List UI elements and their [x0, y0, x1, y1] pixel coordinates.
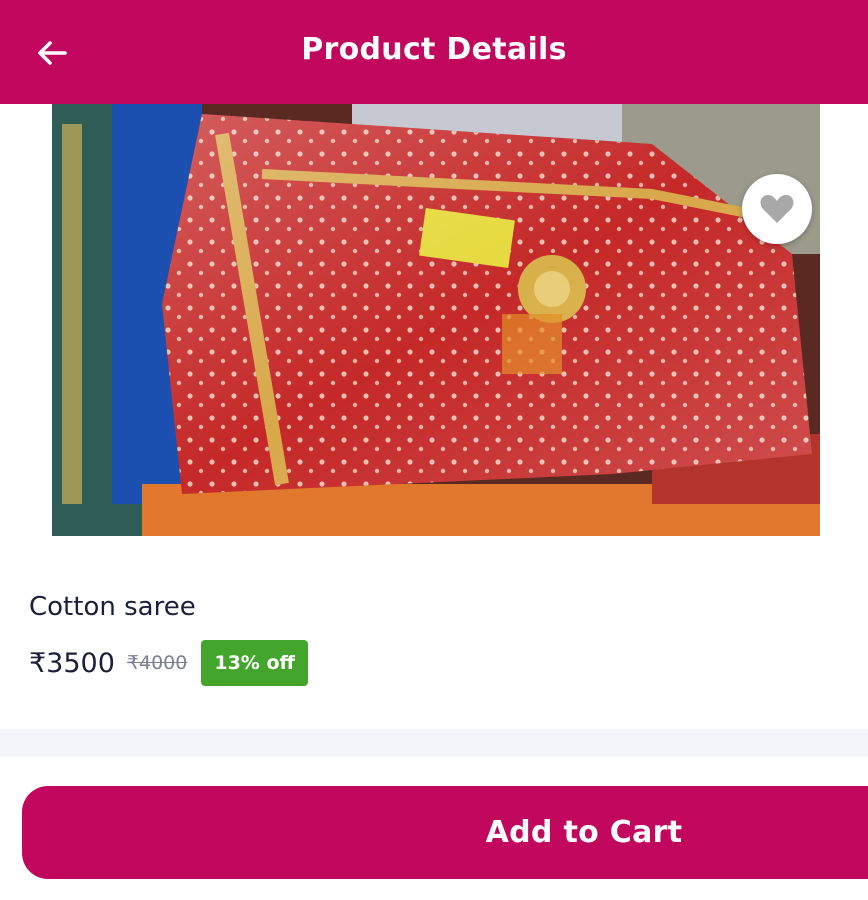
- page-title: Product Details: [301, 32, 567, 67]
- app-bar: Product Details: [0, 0, 868, 104]
- discount-badge: 13% off: [201, 640, 308, 686]
- section-divider: [0, 729, 868, 757]
- product-photo: [52, 104, 820, 536]
- price-row: ₹3500 ₹4000 13% off: [29, 640, 308, 686]
- sale-price: ₹3500: [29, 647, 115, 679]
- add-to-cart-label: Add to Cart: [485, 815, 683, 850]
- original-price: ₹4000: [126, 652, 188, 674]
- product-name: Cotton saree: [29, 592, 196, 622]
- heart-icon: [760, 195, 794, 223]
- add-to-cart-button[interactable]: Add to Cart: [22, 786, 868, 879]
- favorite-button[interactable]: [742, 174, 812, 244]
- product-image[interactable]: [52, 104, 820, 536]
